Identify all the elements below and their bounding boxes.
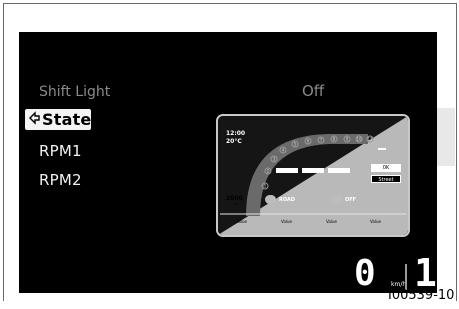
- menu-item-rpm1[interactable]: RPM1: [39, 142, 82, 160]
- edge-tab: [437, 108, 455, 166]
- preview-value-label: Value: [326, 219, 337, 224]
- rpm-scale-label: 1: [264, 184, 267, 189]
- preview-trip: 0K: [371, 164, 401, 172]
- rpm-scale-label: 9: [346, 137, 349, 142]
- speed-readout: 0: [354, 253, 376, 293]
- menu-item-state[interactable]: State: [25, 109, 91, 130]
- preview-value-label: Value: [370, 219, 381, 224]
- preview-bottom-values: Value Value Value Value: [218, 219, 408, 229]
- preview-value-label: Value: [236, 219, 247, 224]
- speed-unit: km/h: [391, 281, 407, 288]
- preview-abs-label: OFF: [345, 197, 357, 203]
- rpm-scale-label: 2: [267, 169, 270, 174]
- figure-id: I00539-10: [388, 288, 455, 303]
- traction-control-icon: [265, 195, 276, 204]
- preview-temperature: 20°C: [226, 138, 242, 145]
- rpm-scale-label: 5: [294, 142, 297, 147]
- dashboard-preview-image: 1 2 3 4 5 6 7 8 9 10 11 12:00 20°C 2000 km 0K Stre…: [216, 114, 410, 237]
- preview-clock: 12:00: [226, 130, 246, 137]
- preview-odometer: 2000: [226, 195, 243, 202]
- rpm-scale-label: 10: [356, 137, 362, 142]
- rpm-scale-label: 4: [282, 148, 285, 153]
- rpm-scale-label: 3: [273, 157, 276, 162]
- preview-value-label: Value: [281, 219, 292, 224]
- menu-item-rpm2[interactable]: RPM2: [39, 171, 82, 189]
- dashboard-screen: Shift Light Off State RPM1 RPM2 1 2 3 4 5 6 7 8…: [19, 32, 437, 293]
- preview-riding-mode: Street: [371, 175, 401, 183]
- rpm-scale-label: 6: [307, 139, 310, 144]
- rpm-scale-label: 8: [333, 137, 336, 142]
- gear-separator: [405, 264, 407, 290]
- rpm-scale-label: 7: [320, 138, 323, 143]
- menu-current-value: Off: [302, 82, 325, 100]
- rpm-scale-label: 11: [367, 137, 373, 142]
- menu-title: Shift Light: [39, 84, 111, 100]
- abs-icon: [331, 195, 342, 204]
- menu-item-label: State: [42, 110, 92, 129]
- gear-indicator: 1: [414, 251, 437, 293]
- preview-traction-label: ROAD: [279, 197, 295, 203]
- selection-arrow-icon: [29, 111, 40, 125]
- preview-odometer-unit: km: [234, 202, 239, 206]
